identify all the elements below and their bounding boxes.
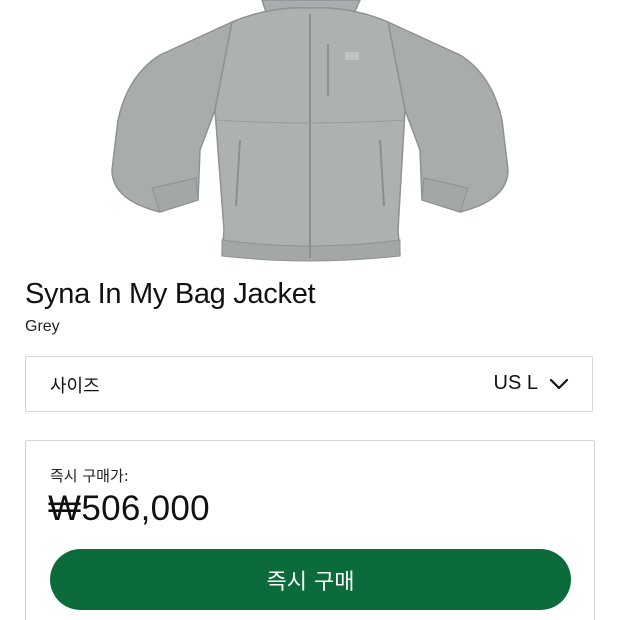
jacket-icon <box>111 0 509 262</box>
product-page: Syna In My Bag Jacket Grey 사이즈 US L 즉시 구… <box>0 0 620 620</box>
buy-now-button[interactable]: 즉시 구매 <box>50 549 571 610</box>
size-select[interactable]: 사이즈 US L <box>25 356 593 412</box>
product-title: Syna In My Bag Jacket <box>25 278 316 310</box>
buy-now-label: 즉시 구매가: <box>50 467 129 485</box>
product-image <box>0 0 620 270</box>
size-label: 사이즈 <box>50 376 100 397</box>
chevron-down-icon <box>549 378 569 390</box>
size-value: US L <box>493 372 538 394</box>
buy-now-price: ₩506,000 <box>48 489 210 528</box>
product-color: Grey <box>25 318 60 335</box>
buy-now-panel: 즉시 구매가: ₩506,000 즉시 구매 <box>25 440 595 620</box>
